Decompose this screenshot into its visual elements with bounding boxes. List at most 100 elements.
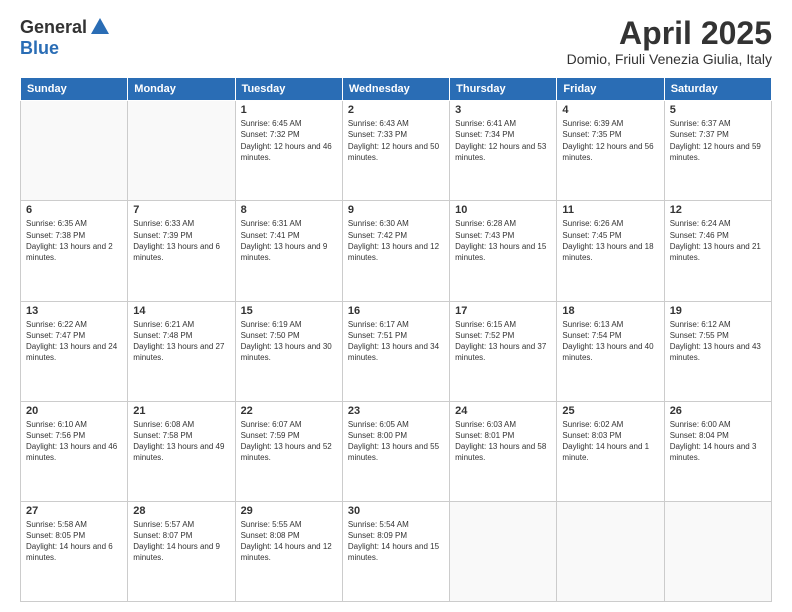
calendar-cell: 13Sunrise: 6:22 AM Sunset: 7:47 PM Dayli… xyxy=(21,301,128,401)
calendar-cell xyxy=(557,501,664,601)
calendar-cell: 8Sunrise: 6:31 AM Sunset: 7:41 PM Daylig… xyxy=(235,201,342,301)
calendar-cell: 14Sunrise: 6:21 AM Sunset: 7:48 PM Dayli… xyxy=(128,301,235,401)
day-number: 15 xyxy=(241,305,337,317)
day-number: 12 xyxy=(670,204,766,216)
day-number: 14 xyxy=(133,305,229,317)
day-number: 17 xyxy=(455,305,551,317)
week-row-4: 27 Sunrise: 5:58 AM Sunset: 8:05 PM Dayli… xyxy=(21,501,772,601)
day-info: Sunrise: 6:41 AM Sunset: 7:34 PM Dayligh… xyxy=(455,118,551,163)
logo-general-text: General xyxy=(20,17,87,38)
calendar-cell: 26 Sunrise: 6:00 AM Sunset: 8:04 PM Dayli… xyxy=(664,401,771,501)
calendar-cell: 1 Sunrise: 6:45 AM Sunset: 7:32 PM Daylig… xyxy=(235,101,342,201)
day-number: 28 xyxy=(133,505,229,517)
calendar-cell: 16 Sunrise: 6:17 AM Sunset: 7:51 PM Dayli… xyxy=(342,301,449,401)
day-info: Sunrise: 5:55 AM Sunset: 8:08 PM Dayligh… xyxy=(241,519,337,564)
day-info: Sunrise: 6:03 AM Sunset: 8:01 PM Dayligh… xyxy=(455,419,551,464)
day-number: 23 xyxy=(348,405,444,417)
logo-blue-text: Blue xyxy=(20,38,59,59)
day-number: 6 xyxy=(26,204,122,216)
col-header-tuesday: Tuesday xyxy=(235,78,342,101)
day-info: Sunrise: 6:28 AM Sunset: 7:43 PM Dayligh… xyxy=(455,218,551,263)
title-block: April 2025 Domio, Friuli Venezia Giulia,… xyxy=(567,16,772,67)
day-number: 2 xyxy=(348,104,444,116)
calendar-cell: 4Sunrise: 6:39 AM Sunset: 7:35 PM Daylig… xyxy=(557,101,664,201)
day-info: Sunrise: 6:02 AM Sunset: 8:03 PM Dayligh… xyxy=(562,419,658,464)
calendar-cell: 23 Sunrise: 6:05 AM Sunset: 8:00 PM Dayli… xyxy=(342,401,449,501)
day-number: 7 xyxy=(133,204,229,216)
header: General Blue April 2025 Domio, Friuli Ve… xyxy=(20,16,772,67)
day-info: Sunrise: 6:10 AM Sunset: 7:56 PM Dayligh… xyxy=(26,419,122,464)
day-info: Sunrise: 6:05 AM Sunset: 8:00 PM Dayligh… xyxy=(348,419,444,464)
calendar-cell xyxy=(21,101,128,201)
calendar-cell: 7 Sunrise: 6:33 AM Sunset: 7:39 PM Daylig… xyxy=(128,201,235,301)
week-row-1: 6Sunrise: 6:35 AM Sunset: 7:38 PM Daylig… xyxy=(21,201,772,301)
day-number: 25 xyxy=(562,405,658,417)
day-info: Sunrise: 5:54 AM Sunset: 8:09 PM Dayligh… xyxy=(348,519,444,564)
calendar-cell: 18Sunrise: 6:13 AM Sunset: 7:54 PM Dayli… xyxy=(557,301,664,401)
calendar-cell: 5Sunrise: 6:37 AM Sunset: 7:37 PM Daylig… xyxy=(664,101,771,201)
day-info: Sunrise: 6:30 AM Sunset: 7:42 PM Dayligh… xyxy=(348,218,444,263)
page: General Blue April 2025 Domio, Friuli Ve… xyxy=(0,0,792,612)
day-info: Sunrise: 6:17 AM Sunset: 7:51 PM Dayligh… xyxy=(348,319,444,364)
day-number: 13 xyxy=(26,305,122,317)
day-number: 22 xyxy=(241,405,337,417)
week-row-2: 13Sunrise: 6:22 AM Sunset: 7:47 PM Dayli… xyxy=(21,301,772,401)
day-info: Sunrise: 5:58 AM Sunset: 8:05 PM Dayligh… xyxy=(26,519,122,564)
day-info: Sunrise: 6:26 AM Sunset: 7:45 PM Dayligh… xyxy=(562,218,658,263)
day-info: Sunrise: 5:57 AM Sunset: 8:07 PM Dayligh… xyxy=(133,519,229,564)
day-info: Sunrise: 6:45 AM Sunset: 7:32 PM Dayligh… xyxy=(241,118,337,163)
day-number: 27 xyxy=(26,505,122,517)
day-info: Sunrise: 6:00 AM Sunset: 8:04 PM Dayligh… xyxy=(670,419,766,464)
calendar-cell: 10 Sunrise: 6:28 AM Sunset: 7:43 PM Dayli… xyxy=(450,201,557,301)
calendar-cell: 2Sunrise: 6:43 AM Sunset: 7:33 PM Daylig… xyxy=(342,101,449,201)
calendar-cell: 20Sunrise: 6:10 AM Sunset: 7:56 PM Dayli… xyxy=(21,401,128,501)
week-row-0: 1 Sunrise: 6:45 AM Sunset: 7:32 PM Daylig… xyxy=(21,101,772,201)
calendar-header-row: SundayMondayTuesdayWednesdayThursdayFrid… xyxy=(21,78,772,101)
day-number: 3 xyxy=(455,104,551,116)
calendar-cell: 6Sunrise: 6:35 AM Sunset: 7:38 PM Daylig… xyxy=(21,201,128,301)
calendar-cell: 25 Sunrise: 6:02 AM Sunset: 8:03 PM Dayli… xyxy=(557,401,664,501)
day-number: 4 xyxy=(562,104,658,116)
day-number: 1 xyxy=(241,104,337,116)
day-number: 18 xyxy=(562,305,658,317)
calendar-cell: 21 Sunrise: 6:08 AM Sunset: 7:58 PM Dayli… xyxy=(128,401,235,501)
calendar-cell: 9 Sunrise: 6:30 AM Sunset: 7:42 PM Daylig… xyxy=(342,201,449,301)
day-number: 26 xyxy=(670,405,766,417)
day-number: 10 xyxy=(455,204,551,216)
logo-icon xyxy=(89,16,111,38)
day-info: Sunrise: 6:24 AM Sunset: 7:46 PM Dayligh… xyxy=(670,218,766,263)
day-number: 8 xyxy=(241,204,337,216)
col-header-sunday: Sunday xyxy=(21,78,128,101)
calendar-cell: 19 Sunrise: 6:12 AM Sunset: 7:55 PM Dayli… xyxy=(664,301,771,401)
calendar-cell: 27 Sunrise: 5:58 AM Sunset: 8:05 PM Dayli… xyxy=(21,501,128,601)
day-number: 9 xyxy=(348,204,444,216)
day-number: 16 xyxy=(348,305,444,317)
col-header-wednesday: Wednesday xyxy=(342,78,449,101)
calendar-cell: 11 Sunrise: 6:26 AM Sunset: 7:45 PM Dayli… xyxy=(557,201,664,301)
location-subtitle: Domio, Friuli Venezia Giulia, Italy xyxy=(567,51,772,67)
calendar-cell: 22 Sunrise: 6:07 AM Sunset: 7:59 PM Dayli… xyxy=(235,401,342,501)
day-info: Sunrise: 6:07 AM Sunset: 7:59 PM Dayligh… xyxy=(241,419,337,464)
month-title: April 2025 xyxy=(567,16,772,51)
day-number: 29 xyxy=(241,505,337,517)
day-number: 21 xyxy=(133,405,229,417)
col-header-monday: Monday xyxy=(128,78,235,101)
day-info: Sunrise: 6:08 AM Sunset: 7:58 PM Dayligh… xyxy=(133,419,229,464)
calendar-cell: 29 Sunrise: 5:55 AM Sunset: 8:08 PM Dayli… xyxy=(235,501,342,601)
calendar-table: SundayMondayTuesdayWednesdayThursdayFrid… xyxy=(20,77,772,602)
day-number: 24 xyxy=(455,405,551,417)
calendar-cell: 30 Sunrise: 5:54 AM Sunset: 8:09 PM Dayli… xyxy=(342,501,449,601)
day-info: Sunrise: 6:33 AM Sunset: 7:39 PM Dayligh… xyxy=(133,218,229,263)
day-number: 30 xyxy=(348,505,444,517)
calendar-cell xyxy=(664,501,771,601)
day-number: 19 xyxy=(670,305,766,317)
day-info: Sunrise: 6:19 AM Sunset: 7:50 PM Dayligh… xyxy=(241,319,337,364)
day-number: 5 xyxy=(670,104,766,116)
calendar-cell xyxy=(128,101,235,201)
day-info: Sunrise: 6:12 AM Sunset: 7:55 PM Dayligh… xyxy=(670,319,766,364)
col-header-friday: Friday xyxy=(557,78,664,101)
calendar-cell: 24 Sunrise: 6:03 AM Sunset: 8:01 PM Dayli… xyxy=(450,401,557,501)
col-header-saturday: Saturday xyxy=(664,78,771,101)
calendar-cell: 3 Sunrise: 6:41 AM Sunset: 7:34 PM Daylig… xyxy=(450,101,557,201)
day-number: 11 xyxy=(562,204,658,216)
